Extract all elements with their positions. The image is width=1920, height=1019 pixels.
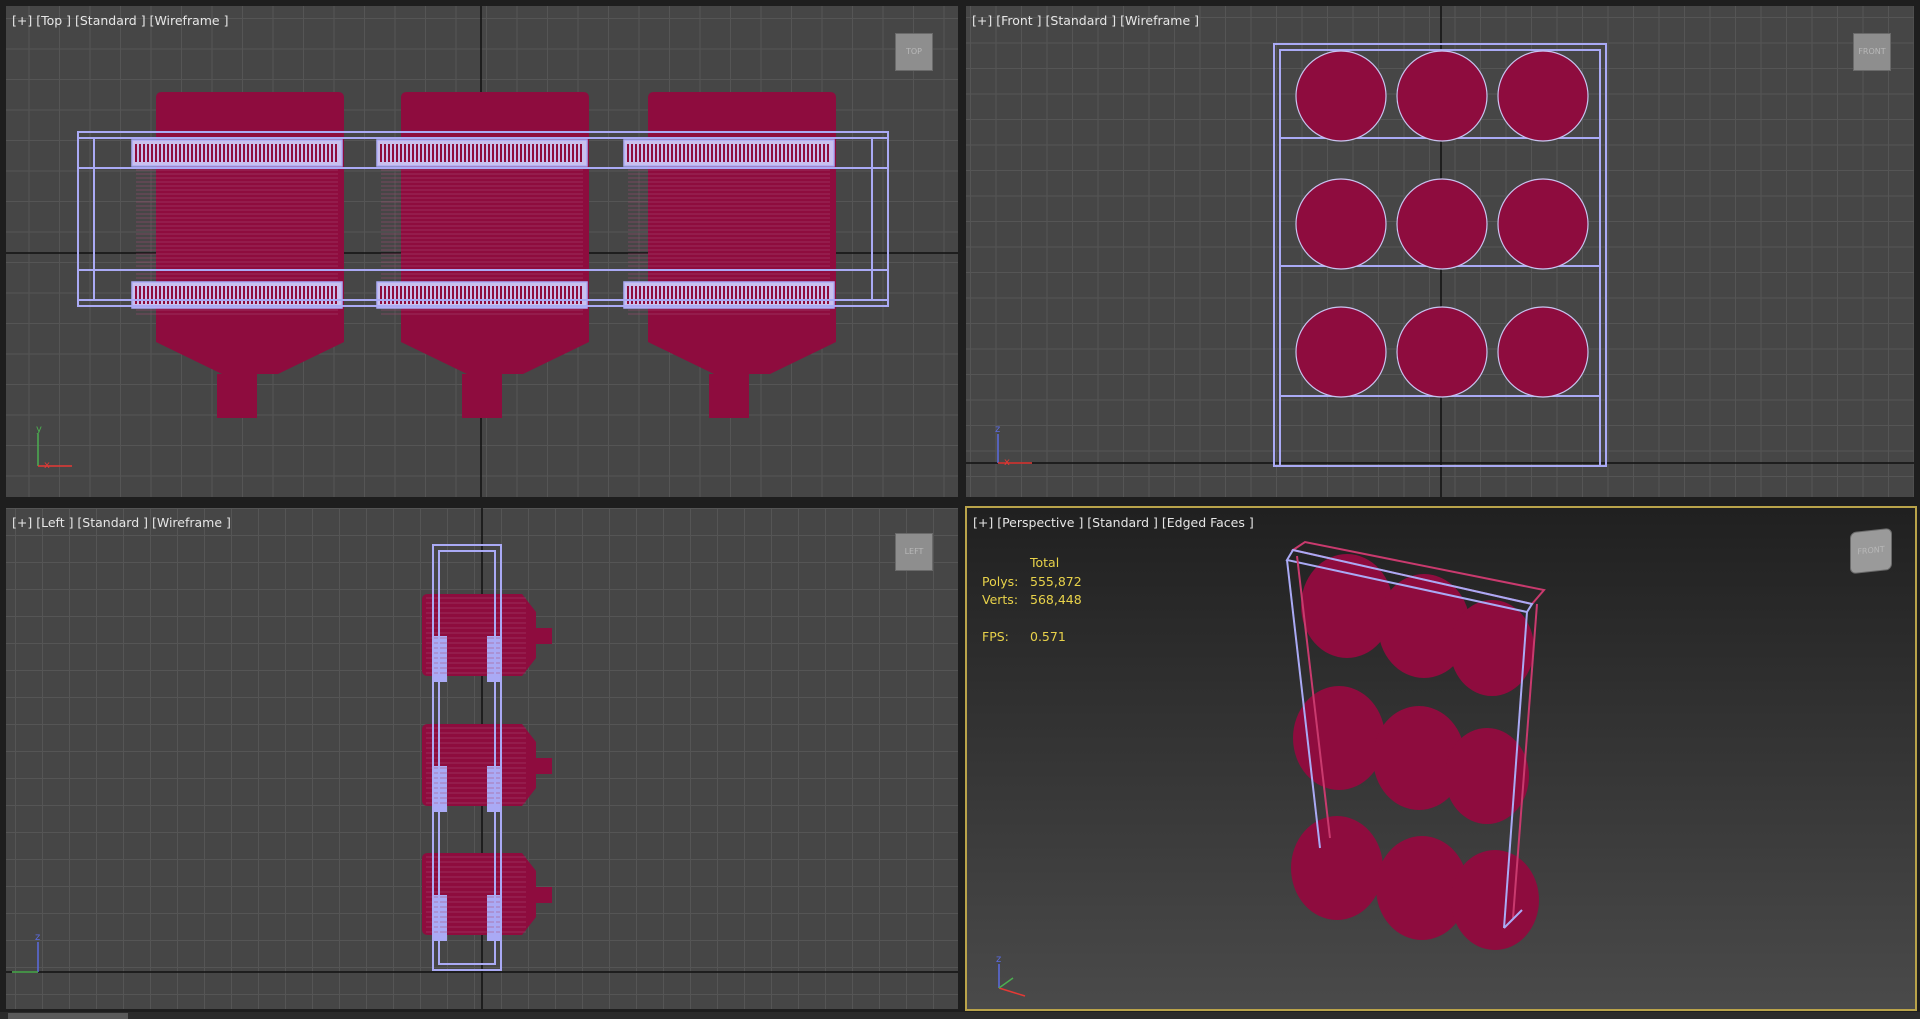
bottle-top-2 [376, 92, 589, 418]
top-view-scene: y x [6, 6, 958, 497]
left-view-scene: z [6, 508, 958, 1009]
bottom-bar-tab[interactable] [8, 1013, 128, 1019]
polys-label: Polys: [982, 573, 1019, 589]
viewport-front[interactable]: z x [+] [Front ] [Standard ] [Wireframe … [966, 6, 1914, 497]
view-cube-front[interactable]: FRONT [1853, 33, 1891, 71]
svg-text:x: x [1004, 457, 1010, 468]
bottle-front-r1-c3 [1497, 50, 1589, 142]
bottles-top-view [131, 92, 836, 418]
axis-gizmo-front: z x [995, 424, 1032, 468]
statistics-overlay: Total Polys: 555,872 Verts: 568,448 FPS: 0.… [982, 554, 1082, 646]
bottom-bar [0, 1012, 1920, 1019]
bottle-perspective-7 [1291, 816, 1383, 920]
svg-text:z: z [995, 424, 1000, 435]
bottles-perspective-view [1291, 554, 1539, 950]
viewport-label-top[interactable]: [+] [Top ] [Standard ] [Wireframe ] [12, 13, 228, 28]
svg-text:y: y [36, 424, 42, 435]
bottle-front-r1-c2 [1396, 50, 1488, 142]
bottle-left-1 [422, 594, 552, 682]
bottle-front-r2-c2 [1396, 178, 1488, 270]
bottle-front-r1-c1 [1295, 50, 1387, 142]
stats-header: Total [1030, 555, 1060, 570]
bottle-top-1 [131, 92, 344, 418]
viewport-perspective[interactable]: z [+] [Perspective ] [Standard ] [Edged … [965, 506, 1917, 1011]
bottle-front-r3-c2 [1396, 306, 1488, 398]
axis-gizmo-perspective: z [996, 954, 1026, 997]
perspective-view-scene: z [996, 540, 1546, 997]
bottle-perspective-9 [1451, 850, 1539, 950]
axis-gizmo-left: z [12, 932, 40, 973]
verts-value: 568,448 [1030, 592, 1082, 607]
bottle-left-3 [422, 853, 552, 941]
front-view-scene: z x [966, 6, 1914, 497]
svg-text:z: z [35, 932, 40, 943]
bottle-left-2 [422, 724, 552, 812]
fps-label: FPS: [982, 628, 1009, 644]
bottle-perspective-6 [1445, 728, 1529, 824]
view-cube-left[interactable]: LEFT [895, 533, 933, 571]
axis-gizmo-top: y x [36, 424, 72, 471]
view-cube-top[interactable]: TOP [895, 33, 933, 71]
viewport-label-perspective[interactable]: [+] [Perspective ] [Standard ] [Edged Fa… [973, 515, 1254, 530]
bottle-top-3 [623, 92, 836, 418]
svg-text:z: z [996, 954, 1001, 965]
bottle-front-r3-c1 [1295, 306, 1387, 398]
bottles-front-view [1295, 50, 1589, 398]
bottle-front-r3-c3 [1497, 306, 1589, 398]
viewport-top[interactable]: y x [+] [Top ] [Standard ] [Wireframe ] … [6, 6, 958, 497]
viewport-label-front[interactable]: [+] [Front ] [Standard ] [Wireframe ] [972, 13, 1199, 28]
view-cube-perspective[interactable]: FRONT [1850, 527, 1892, 575]
svg-text:x: x [44, 460, 50, 471]
bottle-front-r2-c1 [1295, 178, 1387, 270]
viewport-left[interactable]: z [+] [Left ] [Standard ] [Wireframe ] L… [6, 508, 958, 1009]
bottle-front-r2-c3 [1497, 178, 1589, 270]
fps-value: 0.571 [1030, 628, 1066, 644]
polys-value: 555,872 [1030, 573, 1082, 589]
verts-label: Verts: [982, 592, 1019, 607]
bottles-left-view [422, 594, 552, 941]
viewport-label-left[interactable]: [+] [Left ] [Standard ] [Wireframe ] [12, 515, 231, 530]
